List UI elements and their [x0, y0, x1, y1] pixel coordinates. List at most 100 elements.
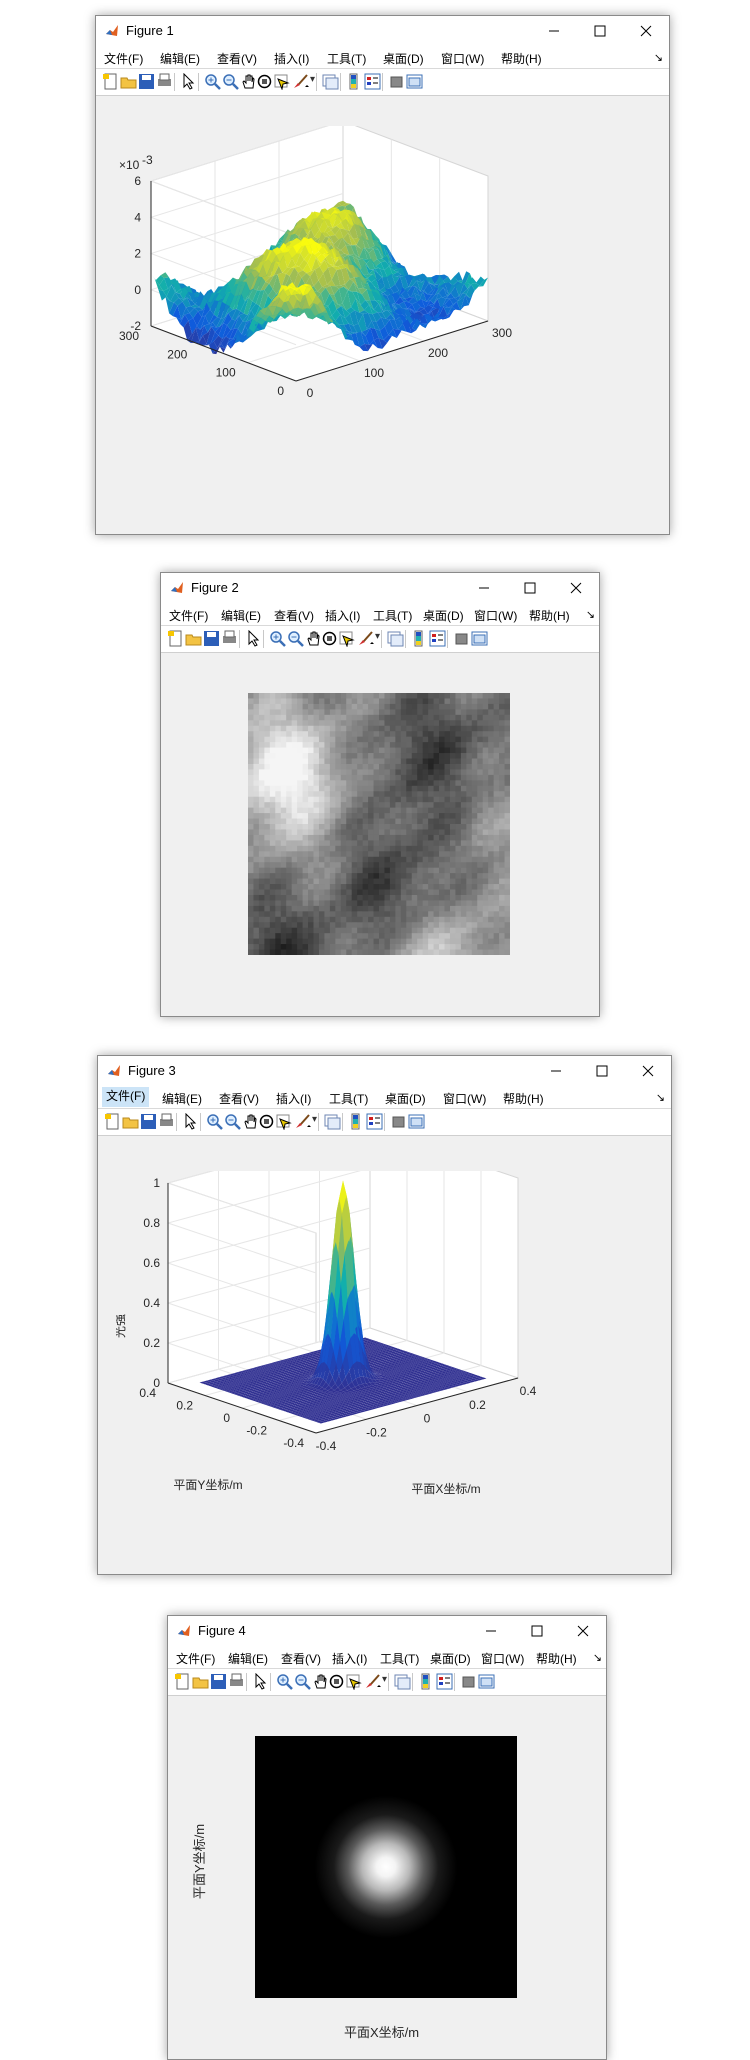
noise-image[interactable] — [248, 693, 510, 955]
rotate-3d-icon[interactable] — [256, 73, 273, 90]
menu-desktop[interactable]: 桌面(D) — [383, 50, 424, 67]
colorbar-icon[interactable] — [348, 1113, 365, 1130]
show-plot-tools-icon[interactable] — [408, 1113, 425, 1130]
menu-help[interactable]: 帮助(H) — [529, 607, 570, 624]
menu-tools[interactable]: 工具(T) — [373, 607, 412, 624]
surface-plot-axes[interactable]: 6420-230020010000100200300×10-3 — [116, 126, 661, 526]
image-pixel — [281, 890, 287, 896]
menu-window[interactable]: 窗口(W) — [443, 1090, 486, 1107]
menu-help[interactable]: 帮助(H) — [503, 1090, 544, 1107]
print-icon[interactable] — [156, 73, 173, 90]
pan-icon[interactable] — [242, 1113, 259, 1130]
save-icon[interactable] — [140, 1113, 157, 1130]
hide-plot-tools-icon[interactable] — [388, 73, 405, 90]
zoom-in-icon[interactable] — [269, 630, 286, 647]
menu-desktop[interactable]: 桌面(D) — [423, 607, 464, 624]
open-file-icon[interactable] — [122, 1113, 139, 1130]
show-plot-tools-icon[interactable] — [471, 630, 488, 647]
minimize-button[interactable] — [533, 1056, 579, 1086]
colorbar-icon[interactable] — [411, 630, 428, 647]
gaussian-surface-axes[interactable]: 10.80.60.40.200.40.20-0.2-0.4-0.4-0.200.… — [116, 1171, 661, 1566]
close-button[interactable] — [625, 1056, 671, 1086]
menu-tools[interactable]: 工具(T) — [329, 1090, 368, 1107]
icon-part — [123, 1118, 138, 1128]
menu-edit[interactable]: 编辑(E) — [160, 50, 200, 67]
rotate-3d-icon[interactable] — [258, 1113, 275, 1130]
save-icon[interactable] — [138, 73, 155, 90]
maximize-button[interactable] — [507, 573, 553, 603]
menu-window[interactable]: 窗口(W) — [474, 607, 517, 624]
menu-view[interactable]: 查看(V) — [274, 607, 314, 624]
legend-icon[interactable] — [366, 1113, 383, 1130]
zoom-in-icon[interactable] — [204, 73, 221, 90]
hide-plot-tools-icon[interactable] — [453, 630, 470, 647]
pointer-icon[interactable] — [180, 73, 197, 90]
close-button[interactable] — [553, 573, 599, 603]
title-bar[interactable]: Figure 2 — [161, 573, 599, 603]
new-figure-icon[interactable] — [104, 1113, 121, 1130]
minimize-button[interactable] — [531, 16, 577, 46]
close-button[interactable] — [623, 16, 669, 46]
maximize-button[interactable] — [577, 16, 623, 46]
new-figure-icon[interactable] — [167, 630, 184, 647]
menu-insert[interactable]: 插入(I) — [276, 1090, 311, 1107]
image-pixel — [401, 895, 407, 901]
pan-icon[interactable] — [240, 73, 257, 90]
maximize-button[interactable] — [579, 1056, 625, 1086]
menu-window[interactable]: 窗口(W) — [441, 50, 484, 67]
rotate-3d-icon[interactable] — [321, 630, 338, 647]
menu-file[interactable]: 文件(F) — [104, 50, 143, 67]
brush-dropdown-icon[interactable]: ▾ — [310, 74, 315, 85]
menu-tools[interactable]: 工具(T) — [327, 50, 366, 67]
legend-icon[interactable] — [429, 630, 446, 647]
menu-overflow-icon[interactable]: ↘ — [654, 51, 663, 64]
show-plot-tools-icon[interactable] — [406, 73, 423, 90]
zoom-out-icon[interactable] — [222, 73, 239, 90]
image-pixel — [488, 808, 494, 814]
menu-insert[interactable]: 插入(I) — [274, 50, 309, 67]
menu-overflow-icon[interactable]: ↘ — [586, 608, 595, 621]
menu-edit[interactable]: 编辑(E) — [162, 1090, 202, 1107]
brush-dropdown-icon[interactable]: ▾ — [375, 631, 380, 642]
open-file-icon[interactable] — [185, 630, 202, 647]
link-plot-icon[interactable] — [324, 1113, 341, 1130]
image-pixel — [439, 900, 445, 906]
hide-plot-tools-icon[interactable] — [390, 1113, 407, 1130]
menu-edit[interactable]: 编辑(E) — [221, 607, 261, 624]
zoom-out-icon[interactable] — [224, 1113, 241, 1130]
pointer-icon[interactable] — [245, 630, 262, 647]
menu-view[interactable]: 查看(V) — [217, 50, 257, 67]
menu-file[interactable]: 文件(F) — [169, 607, 208, 624]
menu-help[interactable]: 帮助(H) — [501, 50, 542, 67]
data-cursor-icon[interactable] — [273, 73, 290, 90]
title-bar[interactable]: Figure 3 — [98, 1056, 671, 1086]
image-pixel — [466, 911, 472, 917]
menu-overflow-icon[interactable]: ↘ — [656, 1091, 665, 1104]
menu-view[interactable]: 查看(V) — [219, 1090, 259, 1107]
print-icon[interactable] — [158, 1113, 175, 1130]
title-bar[interactable]: Figure 1 — [96, 16, 669, 46]
link-plot-icon[interactable] — [322, 73, 339, 90]
legend-icon[interactable] — [364, 73, 381, 90]
menu-file[interactable]: 文件(F) — [102, 1087, 149, 1107]
pan-icon[interactable] — [305, 630, 322, 647]
brush-dropdown-icon[interactable]: ▾ — [312, 1114, 317, 1125]
minimize-button[interactable] — [461, 573, 507, 603]
open-file-icon[interactable] — [120, 73, 137, 90]
menu-desktop[interactable]: 桌面(D) — [385, 1090, 426, 1107]
zoom-out-icon[interactable] — [287, 630, 304, 647]
brush-icon[interactable] — [294, 1113, 311, 1130]
colorbar-icon[interactable] — [346, 73, 363, 90]
pointer-icon[interactable] — [182, 1113, 199, 1130]
link-plot-icon[interactable] — [387, 630, 404, 647]
zoom-in-icon[interactable] — [206, 1113, 223, 1130]
image-pixel — [248, 709, 254, 715]
print-icon[interactable] — [221, 630, 238, 647]
brush-icon[interactable] — [292, 73, 309, 90]
save-icon[interactable] — [203, 630, 220, 647]
data-cursor-icon[interactable] — [275, 1113, 292, 1130]
menu-insert[interactable]: 插入(I) — [325, 607, 360, 624]
new-figure-icon[interactable] — [102, 73, 119, 90]
brush-icon[interactable] — [357, 630, 374, 647]
data-cursor-icon[interactable] — [338, 630, 355, 647]
